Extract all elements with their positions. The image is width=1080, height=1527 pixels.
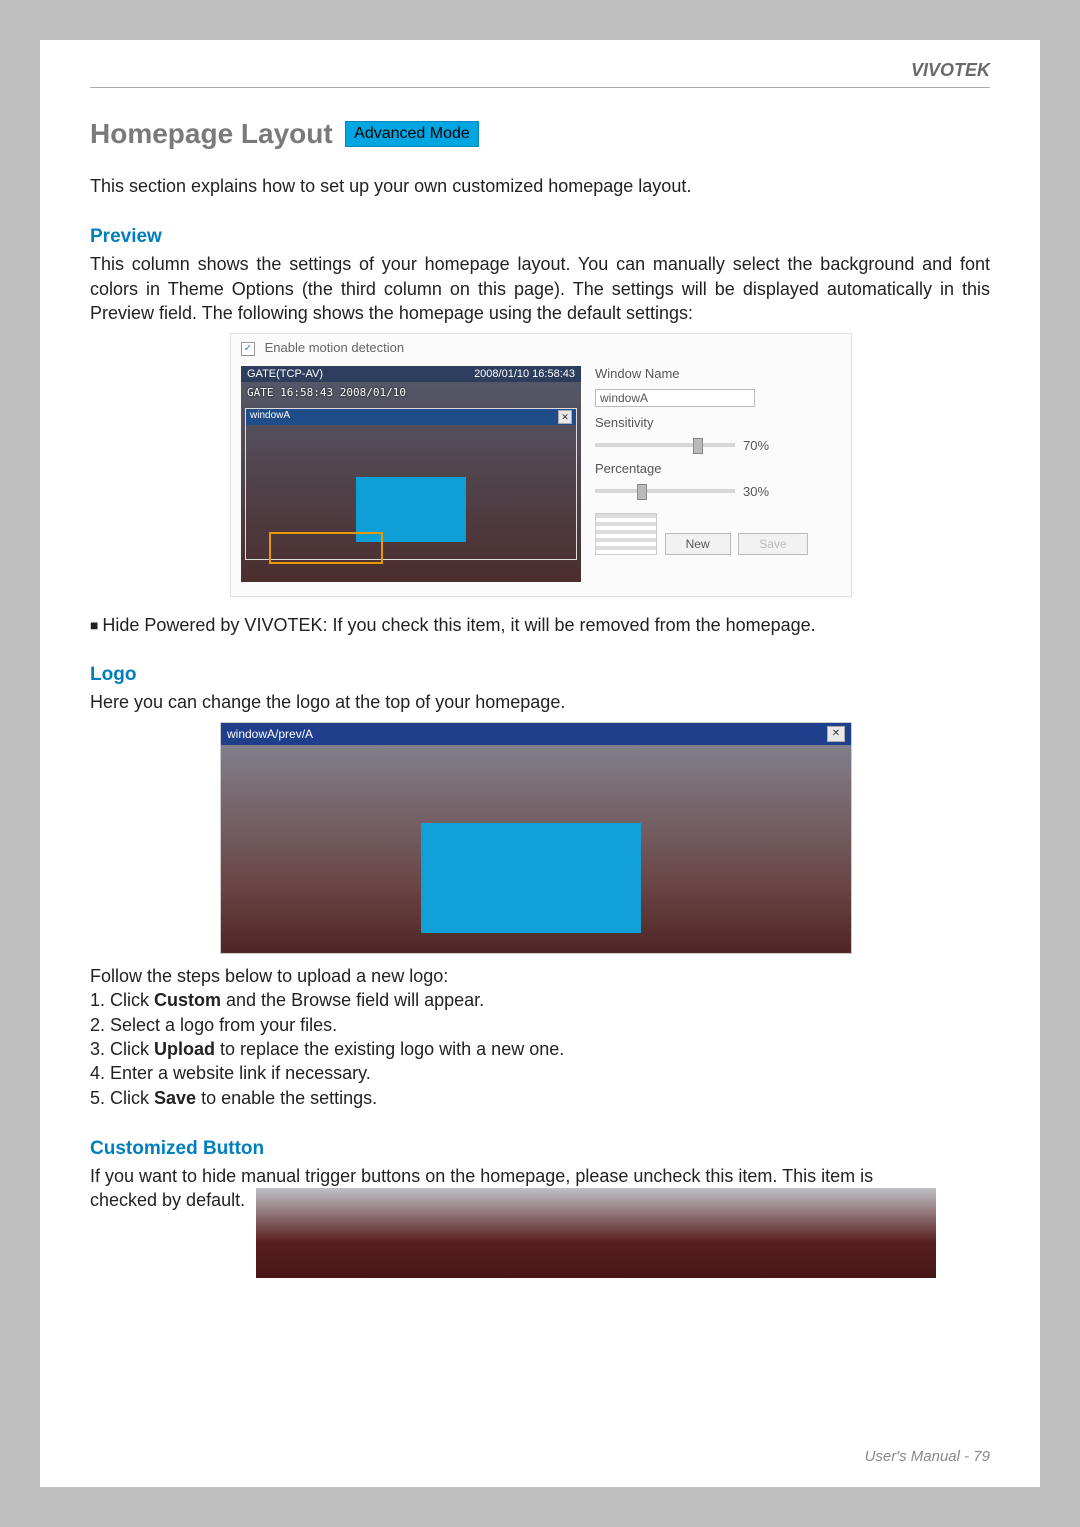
intro-text: This section explains how to set up your… [90,174,990,198]
step-5: 5. Click Save to enable the settings. [90,1086,990,1110]
percentage-label: Percentage [595,461,841,476]
page-title-row: Homepage Layout Advanced Mode [90,118,990,150]
customized-button-text: If you want to hide manual trigger butto… [90,1164,990,1278]
steps-intro: Follow the steps below to upload a new l… [90,964,990,988]
step-4: 4. Enter a website link if necessary. [90,1061,990,1085]
preview-screenshot: ✓ Enable motion detection GATE(TCP-AV) 2… [230,333,852,597]
logo-steps: Follow the steps below to upload a new l… [90,964,990,1110]
brand-header: VIVOTEK [90,60,990,88]
preview-text: This column shows the settings of your h… [90,252,990,325]
hide-powered-bullet: Hide Powered by VIVOTEK: If you check th… [90,615,990,636]
windowA-close-icon[interactable]: ✕ [558,410,572,424]
logo-window-close-icon[interactable]: ✕ [827,726,845,742]
windowA-label: windowA [250,410,290,424]
cb-line1: If you want to hide manual trigger butto… [90,1164,990,1188]
customized-button-heading: Customized Button [90,1138,990,1160]
video-titlebar: GATE(TCP-AV) 2008/01/10 16:58:43 [241,366,581,382]
logo-region-blue [421,823,641,933]
window-name-label: Window Name [595,366,841,381]
motion-controls: Window Name Sensitivity 70% Percentage 3… [595,366,841,582]
enable-motion-label: Enable motion detection [265,340,404,355]
percentage-slider[interactable] [595,489,735,493]
logo-window-titlebar: windowA/prev/A ✕ [221,723,851,745]
step-3: 3. Click Upload to replace the existing … [90,1037,990,1061]
logo-screenshot: windowA/prev/A ✕ [220,722,852,954]
logo-intro: Here you can change the logo at the top … [90,690,990,714]
cb-line2: checked by default. [90,1188,990,1278]
step-2: 2. Select a logo from your files. [90,1013,990,1037]
video-overlay-text: GATE 16:58:43 2008/01/10 [247,386,406,399]
page-title: Homepage Layout [90,118,333,150]
manual-page: VIVOTEK Homepage Layout Advanced Mode Th… [40,40,1040,1487]
video-panel: GATE(TCP-AV) 2008/01/10 16:58:43 GATE 16… [241,366,581,582]
mode-badge: Advanced Mode [345,121,479,147]
sensitivity-thumb[interactable] [693,438,703,454]
page-footer: User's Manual - 79 [865,1448,990,1465]
sensitivity-slider[interactable] [595,443,735,447]
logo-window-title: windowA/prev/A [227,727,313,741]
video-area: GATE 16:58:43 2008/01/10 windowA ✕ [241,382,581,582]
detection-region-orange[interactable] [269,532,383,564]
preview-heading: Preview [90,226,990,248]
sensitivity-label: Sensitivity [595,415,841,430]
new-button[interactable]: New [665,533,731,555]
percentage-value: 30% [743,484,769,499]
step-1: 1. Click Custom and the Browse field wil… [90,988,990,1012]
enable-motion-row: ✓ Enable motion detection [231,334,851,362]
level-indicator [595,513,657,555]
logo-heading: Logo [90,664,990,686]
window-name-input[interactable] [595,389,755,407]
sensitivity-value: 70% [743,438,769,453]
customized-button-screenshot [256,1188,936,1278]
video-title-left: GATE(TCP-AV) [247,368,323,380]
enable-motion-checkbox[interactable]: ✓ [241,342,255,356]
percentage-thumb[interactable] [637,484,647,500]
save-button[interactable]: Save [738,533,807,555]
video-title-right: 2008/01/10 16:58:43 [474,368,575,380]
